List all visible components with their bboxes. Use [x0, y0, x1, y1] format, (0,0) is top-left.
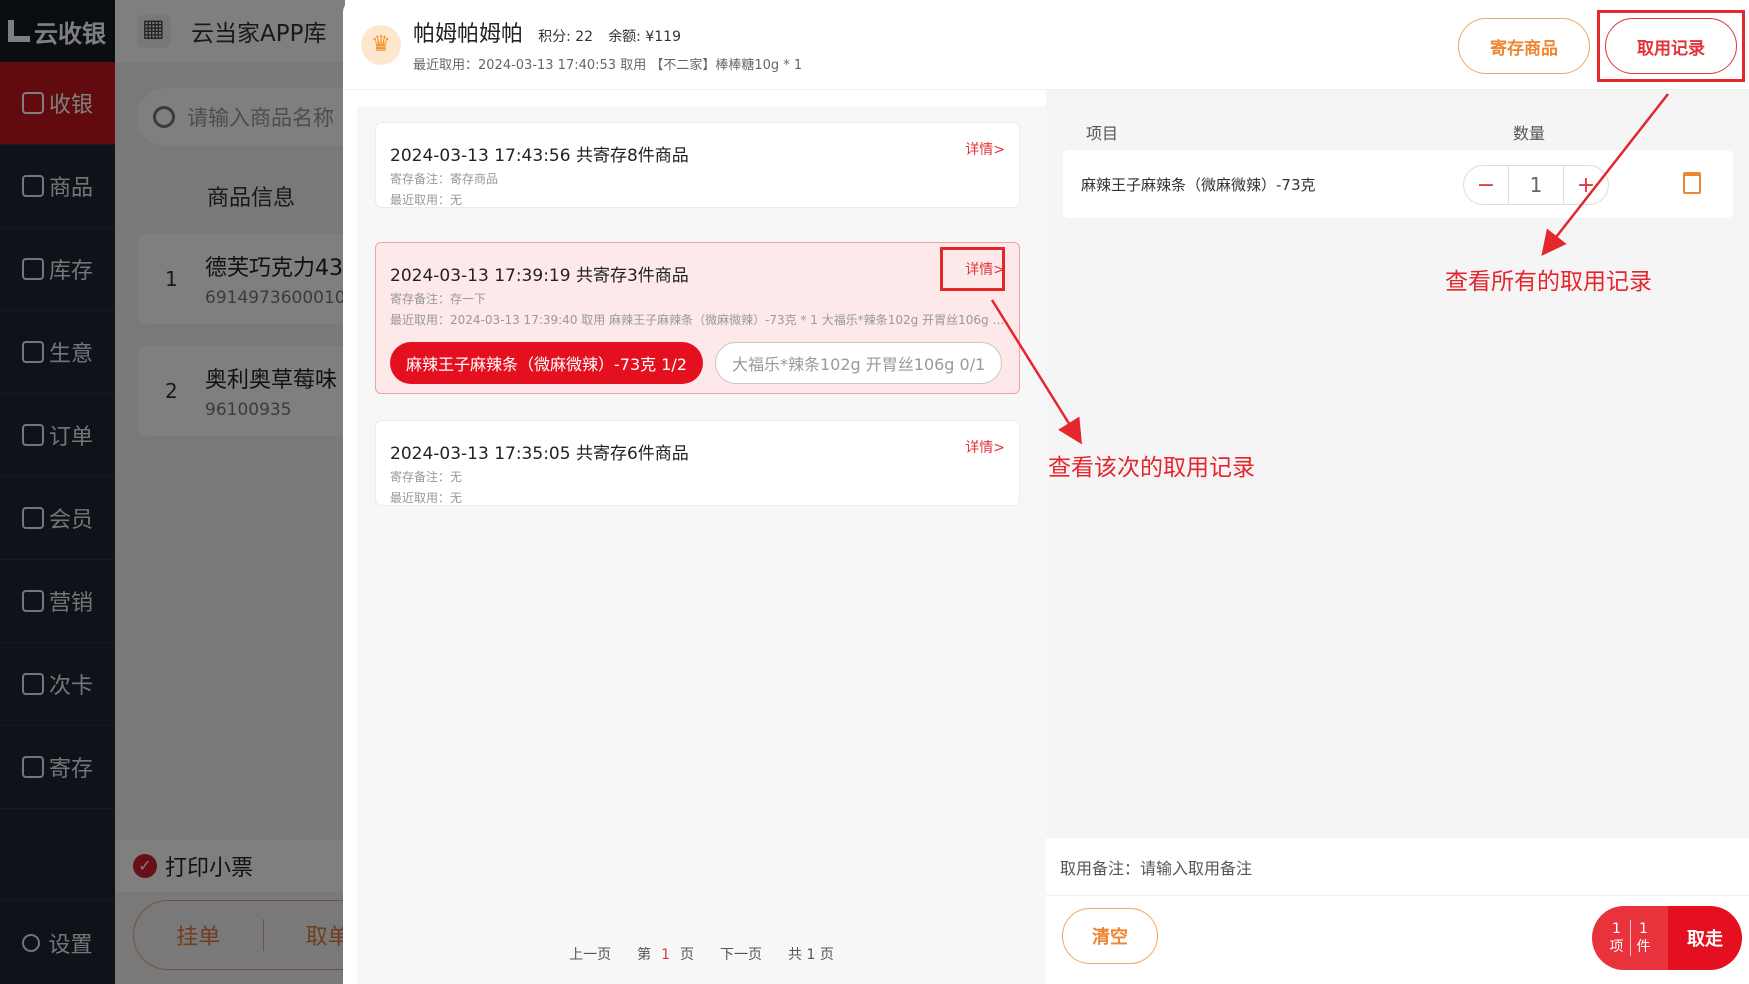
deposit-item-chip-selected[interactable]: 麻辣王子麻辣条（微麻微辣）-73克 1/2: [390, 342, 703, 384]
take-button-group: 1项 1件 取走: [1592, 906, 1742, 970]
piece-count: 1件: [1636, 921, 1651, 955]
clear-button[interactable]: 清空: [1062, 908, 1158, 964]
storage-modal: ♛ 帕姆帕姆帕 积分: 22 余额: ¥119 最近取用：2024-03-13 …: [343, 0, 1749, 984]
increase-button[interactable]: +: [1564, 173, 1608, 198]
take-footer: 清空 1项 1件 取走: [1046, 896, 1749, 984]
prev-page-button[interactable]: 上一页: [569, 944, 611, 964]
page-indicator: 第1页: [637, 947, 695, 963]
deposit-item-chip[interactable]: 大福乐*辣条102g 开胃丝106g 0/1: [714, 342, 1003, 384]
quantity-stepper: − 1 +: [1463, 165, 1609, 205]
deposit-detail-link[interactable]: 详情>: [965, 437, 1005, 457]
store-goods-button[interactable]: 寄存商品: [1458, 18, 1590, 74]
deposit-card-selected[interactable]: 2024-03-13 17:39:19 共寄存3件商品 寄存备注：存一下 最近取…: [375, 242, 1020, 394]
deposit-list: 2024-03-13 17:43:56 共寄存8件商品 寄存备注：寄存商品 最近…: [357, 106, 1046, 984]
take-item-row: 麻辣王子麻辣条（微麻微辣）-73克 − 1 +: [1063, 150, 1733, 218]
annotation-this-record: 查看该次的取用记录: [1048, 455, 1255, 481]
deposit-item-chips: 麻辣王子麻辣条（微麻微辣）-73克 1/2 大福乐*辣条102g 开胃丝106g…: [390, 342, 1005, 384]
take-item-name: 麻辣王子麻辣条（微麻微辣）-73克: [1081, 175, 1316, 194]
deposit-detail-link[interactable]: 详情>: [965, 139, 1005, 159]
take-away-button[interactable]: 取走: [1668, 906, 1742, 970]
col-header-qty: 数量: [1513, 124, 1546, 143]
member-points: 积分: 22: [538, 29, 594, 45]
item-count: 1项: [1609, 921, 1624, 955]
total-pages: 共 1 页: [788, 947, 834, 963]
highlight-box-detail: [940, 247, 1005, 291]
pagination: 上一页 第1页 下一页 共 1 页: [357, 944, 1046, 964]
member-recent-take: 最近取用：2024-03-13 17:40:53 取用 【不二家】棒棒糖10g …: [413, 58, 803, 73]
quantity-value[interactable]: 1: [1508, 166, 1564, 204]
decrease-button[interactable]: −: [1464, 173, 1508, 198]
member-header: ♛ 帕姆帕姆帕 积分: 22 余额: ¥119 最近取用：2024-03-13 …: [343, 0, 1749, 90]
crown-icon: ♛: [361, 24, 401, 65]
member-name: 帕姆帕姆帕: [413, 22, 524, 47]
next-page-button[interactable]: 下一页: [720, 944, 762, 964]
modal-overlay[interactable]: [0, 0, 345, 984]
annotation-all-records: 查看所有的取用记录: [1445, 269, 1652, 295]
trash-icon[interactable]: [1683, 172, 1701, 194]
highlight-box-records: [1597, 10, 1745, 82]
take-remark-field[interactable]: 取用备注： 请输入取用备注: [1046, 838, 1749, 896]
take-panel: 项目 数量 麻辣王子麻辣条（微麻微辣）-73克 − 1 + 取用备注： 请输入取用…: [1046, 90, 1749, 984]
deposit-card[interactable]: 2024-03-13 17:43:56 共寄存8件商品 寄存备注：寄存商品 最近…: [375, 122, 1020, 208]
member-balance: 余额: ¥119: [608, 29, 681, 45]
take-counts: 1项 1件: [1592, 906, 1668, 970]
col-header-item: 项目: [1086, 124, 1119, 143]
divider: [1629, 920, 1631, 956]
deposit-card[interactable]: 2024-03-13 17:35:05 共寄存6件商品 寄存备注：无 最近取用：…: [375, 420, 1020, 506]
